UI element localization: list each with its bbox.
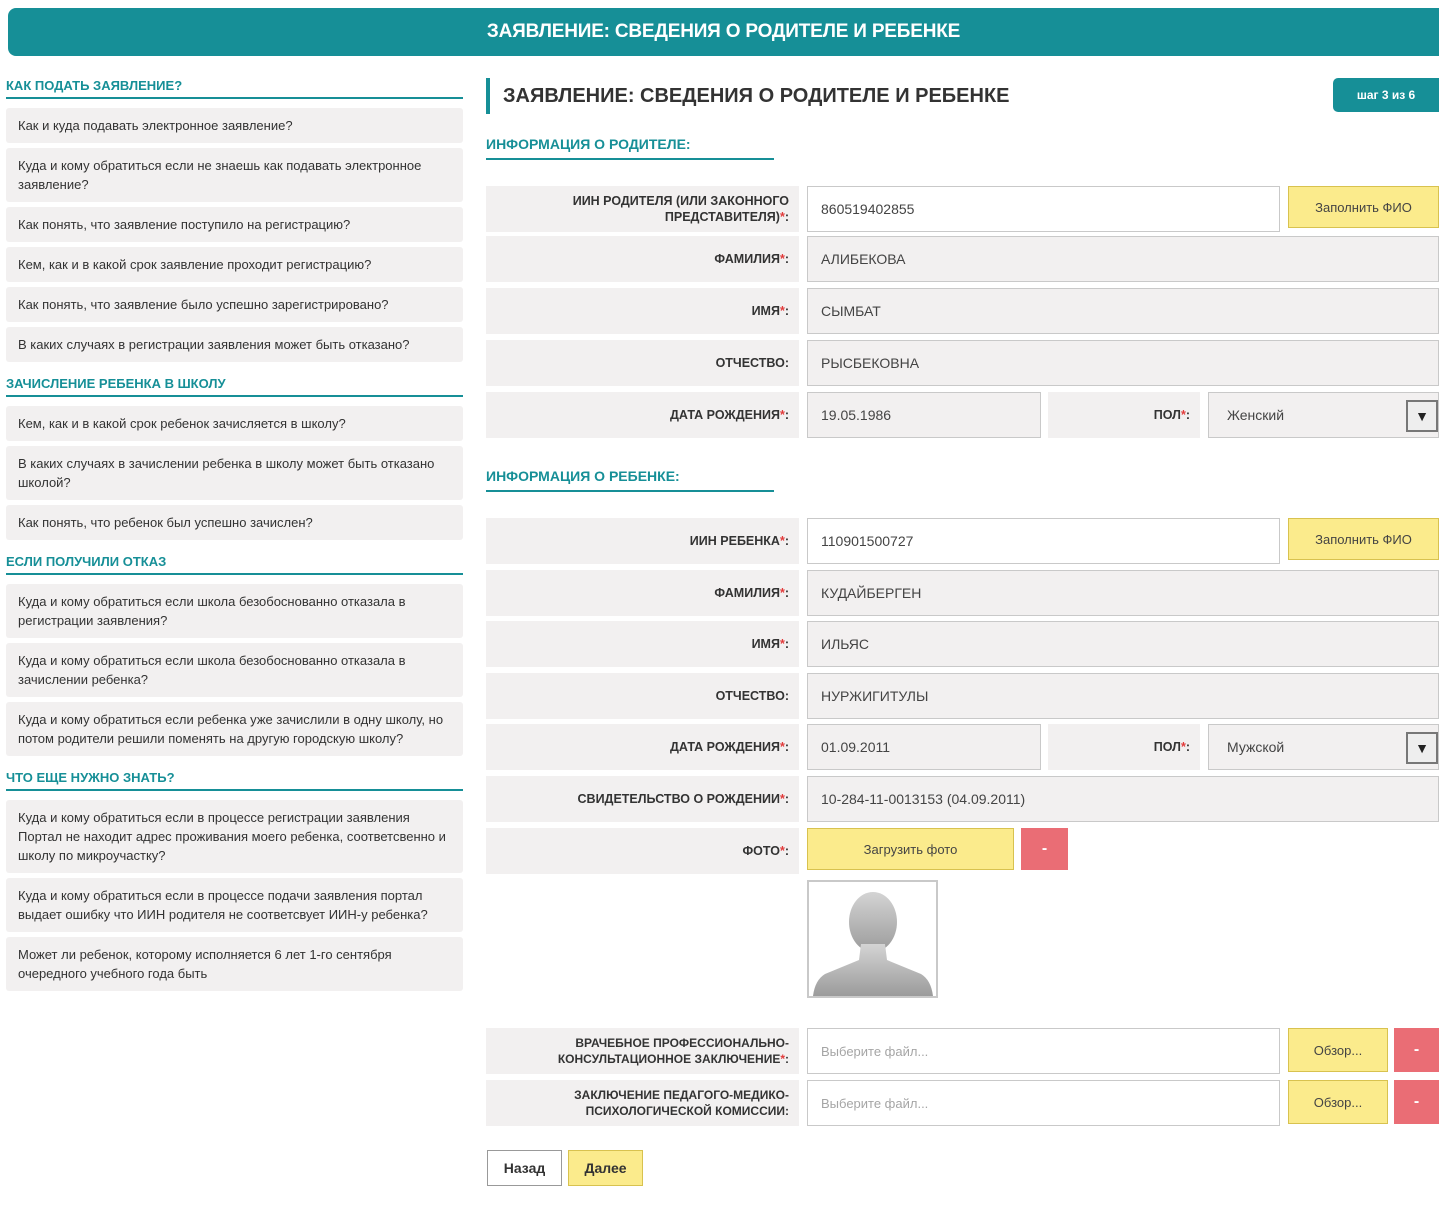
parent-fill-name-button[interactable]: Заполнить ФИО: [1288, 186, 1439, 228]
parent-patronymic-input[interactable]: РЫСБЕКОВНА: [807, 340, 1439, 386]
parent-name-row: ИМЯ*: СЫМБАТ: [486, 288, 1439, 334]
parent-gender-select[interactable]: Женский ▼: [1208, 392, 1439, 438]
faq-item[interactable]: Куда и кому обратиться если в процессе р…: [6, 800, 463, 873]
child-patronymic-label: ОТЧЕСТВО:: [486, 673, 799, 719]
faq-section: ЕСЛИ ПОЛУЧИЛИ ОТКАЗ Куда и кому обратитьс…: [6, 554, 463, 756]
parent-iin-input[interactable]: 860519402855: [807, 186, 1280, 232]
child-patronymic-input[interactable]: НУРЖИГИТУЛЫ: [807, 673, 1439, 719]
faq-section-title: ЧТО ЕЩЕ НУЖНО ЗНАТЬ?: [6, 770, 463, 791]
form-title-text: ЗАЯВЛЕНИЕ: СВЕДЕНИЯ О РОДИТЕЛЕ И РЕБЕНКЕ: [503, 84, 1010, 107]
child-gender-value: Мужской: [1227, 739, 1285, 755]
faq-sidebar: КАК ПОДАТЬ ЗАЯВЛЕНИЕ? Как и куда подавать…: [6, 78, 463, 1005]
parent-surname-row: ФАМИЛИЯ*: АЛИБЕКОВА: [486, 236, 1439, 282]
faq-item[interactable]: В каких случаях в регистрации заявления …: [6, 327, 463, 362]
pmpk-browse-button[interactable]: Обзор...: [1288, 1080, 1388, 1124]
child-birth-label: ДАТА РОЖДЕНИЯ*:: [486, 724, 799, 770]
child-certificate-label: СВИДЕТЕЛЬСТВО О РОЖДЕНИИ*:: [486, 776, 799, 822]
faq-section: ЗАЧИСЛЕНИЕ РЕБЕНКА В ШКОЛУ Кем, как и в к…: [6, 376, 463, 540]
photo-preview: [807, 880, 938, 998]
parent-iin-label: ИИН РОДИТЕЛЯ (ИЛИ ЗАКОННОГО ПРЕДСТАВИТЕЛ…: [486, 186, 799, 232]
medical-remove-button[interactable]: -: [1394, 1028, 1439, 1072]
faq-item[interactable]: Как понять, что заявление было успешно з…: [6, 287, 463, 322]
parent-name-label: ИМЯ*:: [486, 288, 799, 334]
faq-item[interactable]: Может ли ребенок, которому исполняется 6…: [6, 937, 463, 991]
faq-section: ЧТО ЕЩЕ НУЖНО ЗНАТЬ? Куда и кому обратить…: [6, 770, 463, 991]
form-title: ЗАЯВЛЕНИЕ: СВЕДЕНИЯ О РОДИТЕЛЕ И РЕБЕНКЕ: [486, 78, 1439, 114]
child-iin-row: ИИН РЕБЕНКА*: 110901500727 Заполнить ФИО: [486, 518, 1439, 564]
faq-section-title: КАК ПОДАТЬ ЗАЯВЛЕНИЕ?: [6, 78, 463, 99]
child-birth-row: ДАТА РОЖДЕНИЯ*: 01.09.2011 ПОЛ*: Мужской…: [486, 724, 1439, 770]
pmpk-file-input[interactable]: Выберите файл...: [807, 1080, 1280, 1126]
medical-file-label: ВРАЧЕБНОЕ ПРОФЕССИОНАЛЬНО-КОНСУЛЬТАЦИОНН…: [486, 1028, 799, 1074]
faq-item[interactable]: Как понять, что заявление поступило на р…: [6, 207, 463, 242]
faq-section-title: ЕСЛИ ПОЛУЧИЛИ ОТКАЗ: [6, 554, 463, 575]
parent-gender-value: Женский: [1227, 407, 1285, 423]
parent-surname-input[interactable]: АЛИБЕКОВА: [807, 236, 1439, 282]
child-name-label: ИМЯ*:: [486, 621, 799, 667]
person-silhouette-icon: [809, 882, 936, 996]
faq-item[interactable]: Куда и кому обратиться если школа безобо…: [6, 643, 463, 697]
parent-iin-row: ИИН РОДИТЕЛЯ (ИЛИ ЗАКОННОГО ПРЕДСТАВИТЕЛ…: [486, 186, 1439, 232]
next-button[interactable]: Далее: [568, 1150, 643, 1186]
child-surname-input[interactable]: КУДАЙБЕРГЕН: [807, 570, 1439, 616]
parent-birth-label: ДАТА РОЖДЕНИЯ*:: [486, 392, 799, 438]
faq-item[interactable]: Куда и кому обратиться если не знаешь ка…: [6, 148, 463, 202]
medical-file-row: ВРАЧЕБНОЕ ПРОФЕССИОНАЛЬНО-КОНСУЛЬТАЦИОНН…: [486, 1028, 1439, 1074]
parent-patronymic-label: ОТЧЕСТВО:: [486, 340, 799, 386]
parent-section-title: ИНФОРМАЦИЯ О РОДИТЕЛЕ:: [486, 136, 774, 160]
child-gender-label: ПОЛ*:: [1048, 724, 1200, 770]
pmpk-file-row: ЗАКЛЮЧЕНИЕ ПЕДАГОГО-МЕДИКО-ПСИХОЛОГИЧЕСК…: [486, 1080, 1439, 1126]
child-name-row: ИМЯ*: ИЛЬЯС: [486, 621, 1439, 667]
faq-item[interactable]: Кем, как и в какой срок ребенок зачисляе…: [6, 406, 463, 441]
remove-photo-button[interactable]: -: [1021, 828, 1068, 870]
page-header-title: ЗАЯВЛЕНИЕ: СВЕДЕНИЯ О РОДИТЕЛЕ И РЕБЕНКЕ: [486, 21, 961, 42]
parent-name-input[interactable]: СЫМБАТ: [807, 288, 1439, 334]
upload-photo-button[interactable]: Загрузить фото: [807, 828, 1014, 870]
child-fill-name-button[interactable]: Заполнить ФИО: [1288, 518, 1439, 560]
faq-item[interactable]: В каких случаях в зачислении ребенка в ш…: [6, 446, 463, 500]
faq-item[interactable]: Куда и кому обратиться если в процессе п…: [6, 878, 463, 932]
medical-browse-button[interactable]: Обзор...: [1288, 1028, 1388, 1072]
faq-section: КАК ПОДАТЬ ЗАЯВЛЕНИЕ? Как и куда подавать…: [6, 78, 463, 362]
child-iin-input[interactable]: 110901500727: [807, 518, 1280, 564]
child-surname-label: ФАМИЛИЯ*:: [486, 570, 799, 616]
parent-patronymic-row: ОТЧЕСТВО: РЫСБЕКОВНА: [486, 340, 1439, 386]
child-photo-label: ФОТО*:: [486, 828, 799, 874]
faq-section-title: ЗАЧИСЛЕНИЕ РЕБЕНКА В ШКОЛУ: [6, 376, 463, 397]
child-surname-row: ФАМИЛИЯ*: КУДАЙБЕРГЕН: [486, 570, 1439, 616]
child-iin-label: ИИН РЕБЕНКА*:: [486, 518, 799, 564]
child-name-input[interactable]: ИЛЬЯС: [807, 621, 1439, 667]
parent-gender-label: ПОЛ*:: [1048, 392, 1200, 438]
child-certificate-input[interactable]: 10-284-11-0013153 (04.09.2011): [807, 776, 1439, 822]
medical-file-input[interactable]: Выберите файл...: [807, 1028, 1280, 1074]
page-header: ЗАЯВЛЕНИЕ: СВЕДЕНИЯ О РОДИТЕЛЕ И РЕБЕНКЕ: [8, 8, 1439, 56]
back-button[interactable]: Назад: [487, 1150, 562, 1186]
child-certificate-row: СВИДЕТЕЛЬСТВО О РОЖДЕНИИ*: 10-284-11-001…: [486, 776, 1439, 822]
child-section-title: ИНФОРМАЦИЯ О РЕБЕНКЕ:: [486, 468, 774, 492]
faq-item[interactable]: Куда и кому обратиться если ребенка уже …: [6, 702, 463, 756]
triangle-down-icon[interactable]: ▼: [1406, 400, 1438, 432]
parent-birth-input[interactable]: 19.05.1986: [807, 392, 1041, 438]
pmpk-remove-button[interactable]: -: [1394, 1080, 1439, 1124]
pmpk-file-label: ЗАКЛЮЧЕНИЕ ПЕДАГОГО-МЕДИКО-ПСИХОЛОГИЧЕСК…: [486, 1080, 799, 1126]
parent-birth-row: ДАТА РОЖДЕНИЯ*: 19.05.1986 ПОЛ*: Женский…: [486, 392, 1439, 438]
faq-item[interactable]: Как понять, что ребенок был успешно зачи…: [6, 505, 463, 540]
child-gender-select[interactable]: Мужской ▼: [1208, 724, 1439, 770]
parent-surname-label: ФАМИЛИЯ*:: [486, 236, 799, 282]
child-birth-input[interactable]: 01.09.2011: [807, 724, 1041, 770]
child-photo-row: ФОТО*: Загрузить фото -: [486, 828, 1439, 874]
faq-item[interactable]: Как и куда подавать электронное заявлени…: [6, 108, 463, 143]
faq-item[interactable]: Куда и кому обратиться если школа безобо…: [6, 584, 463, 638]
application-form: ЗАЯВЛЕНИЕ: СВЕДЕНИЯ О РОДИТЕЛЕ И РЕБЕНКЕ…: [486, 78, 1439, 1126]
step-badge: шаг 3 из 6: [1333, 78, 1439, 112]
triangle-down-icon[interactable]: ▼: [1406, 732, 1438, 764]
child-patronymic-row: ОТЧЕСТВО: НУРЖИГИТУЛЫ: [486, 673, 1439, 719]
faq-item[interactable]: Кем, как и в какой срок заявление проход…: [6, 247, 463, 282]
